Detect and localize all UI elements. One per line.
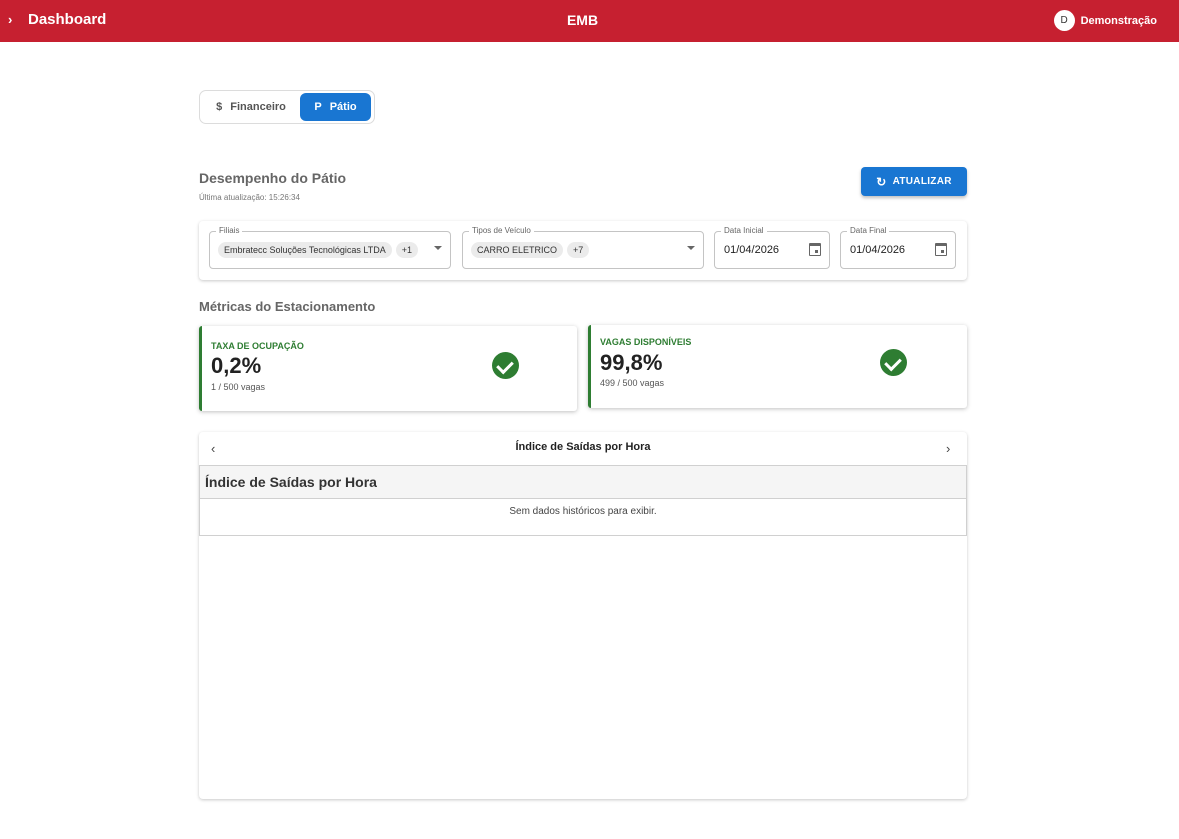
refresh-button-label: ATUALIZAR xyxy=(892,176,952,187)
exits-per-hour-carousel: ‹ Índice de Saídas por Hora › Índice de … xyxy=(199,432,967,799)
metric-label: VAGAS DISPONÍVEIS xyxy=(600,337,692,347)
check-circle-icon xyxy=(492,352,519,379)
chevron-down-icon[interactable] xyxy=(434,246,442,250)
start-date-field[interactable]: Data Inicial 01/04/2026 xyxy=(714,226,830,269)
user-menu[interactable]: D Demonstração xyxy=(1053,10,1157,31)
chevron-right-icon[interactable]: › xyxy=(946,441,950,456)
view-toggle: $ Financeiro P Pátio xyxy=(199,90,375,124)
avatar: D xyxy=(1053,10,1075,31)
toggle-financeiro[interactable]: $ Financeiro xyxy=(202,93,300,121)
calendar-icon[interactable] xyxy=(809,243,821,256)
refresh-icon: ↻ xyxy=(876,174,887,189)
last-update-text: Última atualização: 15:26:34 xyxy=(199,193,300,202)
start-date-label: Data Inicial xyxy=(721,226,767,235)
filters-panel: Filiais Embratecc Soluções Tecnológicas … xyxy=(199,221,967,280)
top-app-bar: › Dashboard EMB D Demonstração xyxy=(0,0,1179,42)
metric-subtext: 1 / 500 vagas xyxy=(211,382,266,392)
occupancy-rate-card: TAXA DE OCUPAÇÃO 0,2% 1 / 500 vagas xyxy=(199,326,577,411)
toggle-patio-label: Pátio xyxy=(329,101,357,113)
chevron-down-icon[interactable] xyxy=(687,246,695,250)
branch-more-chip: +1 xyxy=(395,242,419,258)
page-title: Desempenho do Pátio xyxy=(199,170,347,186)
metric-value: 99,8% xyxy=(600,350,663,375)
vehicle-types-select[interactable]: Tipos de Veículo CARRO ELETRICO +7 xyxy=(462,226,704,269)
carousel-title: Índice de Saídas por Hora xyxy=(515,441,651,453)
check-circle-icon xyxy=(880,349,907,376)
end-date-value[interactable]: 01/04/2026 xyxy=(850,244,905,256)
toggle-financeiro-label: Financeiro xyxy=(230,101,286,113)
available-spaces-card: VAGAS DISPONÍVEIS 99,8% 499 / 500 vagas xyxy=(588,325,967,408)
metrics-section-title: Métricas do Estacionamento xyxy=(199,299,376,314)
end-date-label: Data Final xyxy=(847,226,890,235)
metric-subtext: 499 / 500 vagas xyxy=(600,378,665,388)
branch-chip[interactable]: Embratecc Soluções Tecnológicas LTDA xyxy=(218,242,392,258)
brand-logo: EMB xyxy=(566,12,599,28)
metric-label: TAXA DE OCUPAÇÃO xyxy=(211,341,304,351)
empty-state-message: Sem dados históricos para exibir. xyxy=(509,506,657,517)
start-date-value[interactable]: 01/04/2026 xyxy=(724,244,779,256)
end-date-field[interactable]: Data Final 01/04/2026 xyxy=(840,226,956,269)
vehicle-types-label: Tipos de Veículo xyxy=(469,226,534,235)
user-name: Demonstração xyxy=(1080,14,1157,27)
exits-per-hour-panel: Índice de Saídas por Hora Sem dados hist… xyxy=(199,465,967,536)
dollar-icon: $ xyxy=(216,101,223,113)
vehicle-type-more-chip: +7 xyxy=(567,242,590,258)
refresh-button[interactable]: ↻ ATUALIZAR xyxy=(861,167,967,196)
parking-icon: P xyxy=(314,101,322,113)
panel-title: Índice de Saídas por Hora xyxy=(200,466,966,499)
metric-value: 0,2% xyxy=(211,353,262,378)
calendar-icon[interactable] xyxy=(935,243,947,256)
toggle-patio[interactable]: P Pátio xyxy=(300,93,371,121)
branches-label: Filiais xyxy=(216,226,243,235)
branches-select[interactable]: Filiais Embratecc Soluções Tecnológicas … xyxy=(209,226,451,269)
vehicle-type-chip[interactable]: CARRO ELETRICO xyxy=(471,242,564,258)
